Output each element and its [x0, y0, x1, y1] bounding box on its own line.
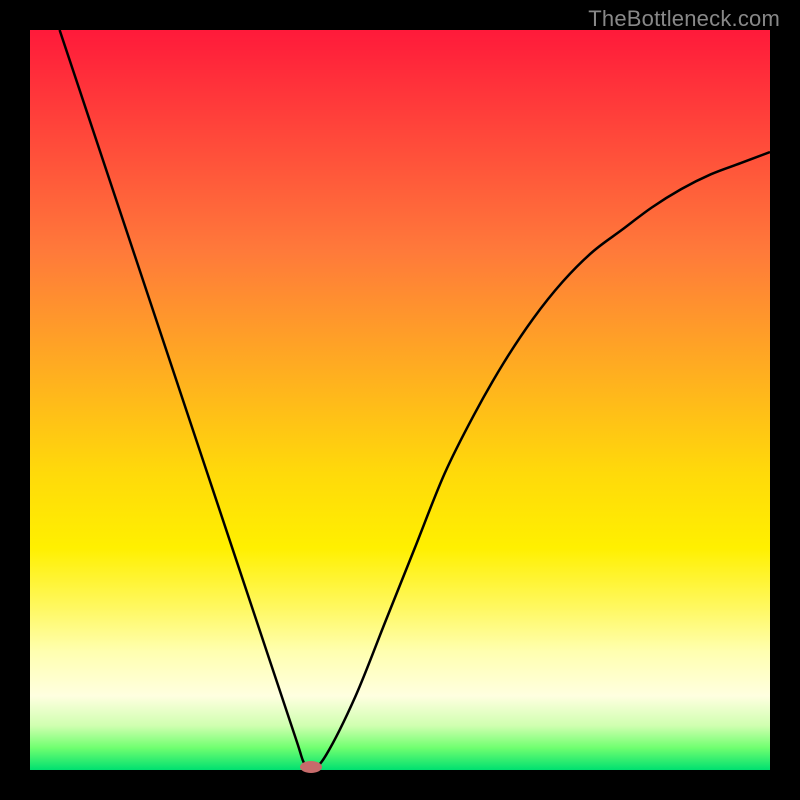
optimal-point-marker: [300, 761, 322, 773]
chart-frame: TheBottleneck.com: [0, 0, 800, 800]
plot-gradient-background: [30, 30, 770, 770]
watermark-text: TheBottleneck.com: [588, 6, 780, 32]
